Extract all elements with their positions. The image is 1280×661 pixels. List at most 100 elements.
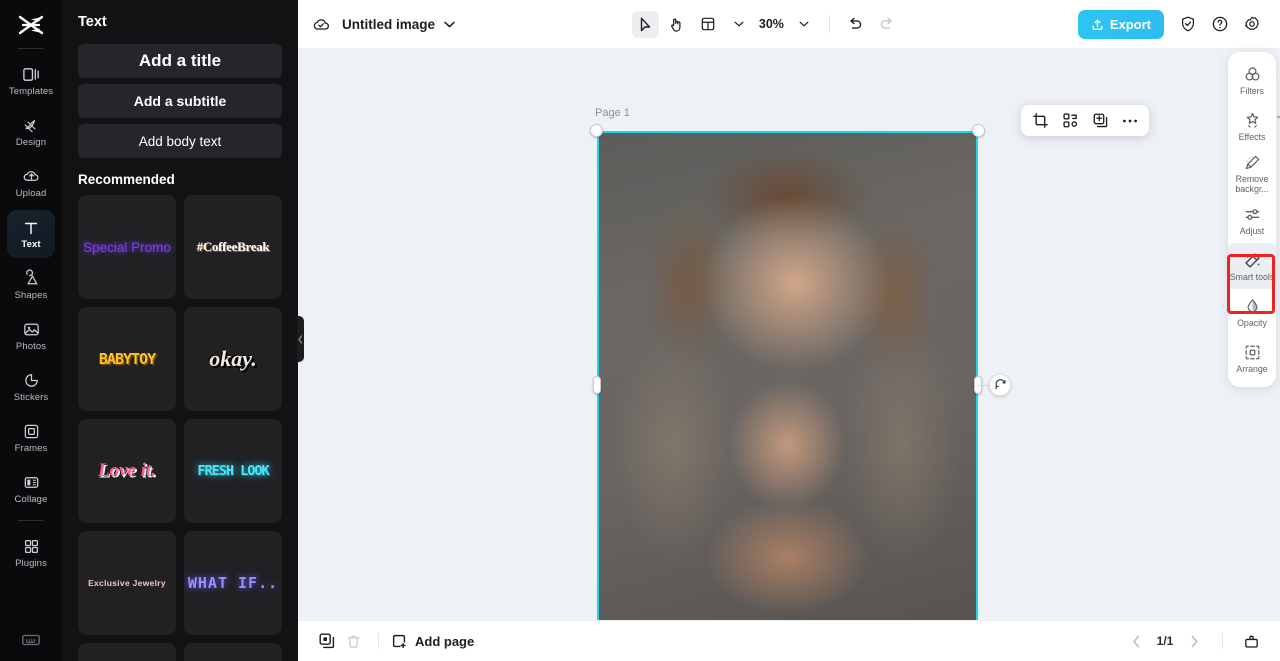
text-preset-label: okay.	[209, 346, 257, 371]
tool-adjust[interactable]: Adjust	[1228, 197, 1276, 243]
tool-filters[interactable]: Filters	[1228, 58, 1276, 104]
export-upload-icon	[1092, 19, 1103, 30]
resize-handle-top-right[interactable]	[972, 124, 985, 137]
shield-check-button[interactable]	[1174, 10, 1202, 38]
prev-page-button[interactable]	[1123, 628, 1149, 654]
resize-handle-left[interactable]	[593, 375, 601, 394]
sidebar-item-frames[interactable]: Frames	[7, 414, 55, 462]
export-button[interactable]: Export	[1077, 9, 1164, 39]
zoom-chevron-button[interactable]	[790, 11, 817, 38]
add-page-button[interactable]: Add page	[391, 633, 474, 650]
text-preset-card[interactable]: Exclusive Jewelry	[78, 531, 176, 635]
auto-cutout-button[interactable]	[1057, 108, 1083, 133]
duplicate-page-icon	[319, 633, 335, 649]
document-menu-chevron[interactable]	[444, 21, 455, 28]
add-body-text-button[interactable]: Add body text	[78, 124, 282, 158]
select-tool-button[interactable]	[632, 10, 660, 38]
export-label: Export	[1109, 16, 1151, 32]
panel-title: Text	[78, 14, 107, 30]
next-page-button[interactable]	[1181, 628, 1207, 654]
canvas-tools-group: 30%	[632, 10, 900, 38]
tool-arrange[interactable]: Arrange	[1228, 335, 1276, 381]
redo-button[interactable]	[873, 11, 900, 38]
layout-tool-button[interactable]	[694, 11, 721, 38]
photos-icon	[23, 323, 39, 336]
timeline-toggle-button[interactable]	[1238, 628, 1264, 654]
tool-label: Remove backgr...	[1235, 174, 1269, 194]
add-subtitle-button[interactable]: Add a subtitle	[78, 84, 282, 118]
text-preset-card[interactable]: okay.	[184, 307, 282, 411]
sidebar-item-photos[interactable]: Photos	[7, 312, 55, 360]
text-preset-card[interactable]	[78, 643, 176, 661]
toolbar-divider	[829, 15, 831, 33]
tool-smart-tools[interactable]: Smart tools	[1228, 243, 1276, 290]
tool-effects[interactable]: Effects	[1228, 104, 1276, 150]
keyboard-icon	[22, 634, 40, 646]
capcut-logo[interactable]	[11, 8, 51, 42]
sidebar-item-label: Stickers	[13, 392, 49, 404]
hand-tool-button[interactable]	[663, 11, 690, 38]
document-title[interactable]: Untitled image	[342, 17, 435, 32]
upload-cloud-icon	[23, 171, 38, 182]
text-preset-label: Love it.	[97, 460, 157, 481]
duplicate-icon	[1093, 113, 1107, 128]
stickers-icon	[24, 374, 38, 388]
layout-chevron-button[interactable]	[725, 11, 752, 38]
shapes-icon	[25, 269, 38, 285]
text-preset-card[interactable]: #CoffeeBreak	[184, 195, 282, 299]
sidebar-item-upload[interactable]: Upload	[7, 159, 55, 207]
text-preset-card[interactable]: BABYTOY	[78, 307, 176, 411]
tool-label: Arrange	[1236, 363, 1268, 374]
page-nav-group: 1/1	[1123, 628, 1264, 654]
text-preset-card[interactable]: Special Promo	[78, 195, 176, 299]
delete-page-button[interactable]	[340, 628, 366, 654]
text-preset-card[interactable]: Love it.	[78, 419, 176, 523]
add-page-icon	[392, 634, 406, 648]
sidebar-item-templates[interactable]: Templates	[7, 57, 55, 105]
panel-collapse-handle[interactable]	[297, 316, 304, 362]
layout-grid-icon	[701, 17, 715, 31]
selected-image-object[interactable]	[590, 124, 1011, 620]
arrange-icon	[1245, 345, 1259, 359]
crop-button[interactable]	[1027, 108, 1053, 133]
tool-label: Filters	[1240, 86, 1264, 97]
add-title-button[interactable]: Add a title	[78, 44, 282, 78]
text-preset-label: BABYTOY	[98, 350, 156, 368]
shield-check-icon	[1181, 16, 1195, 32]
gear-icon	[1245, 16, 1259, 30]
adjust-sliders-icon	[1245, 208, 1259, 220]
help-button[interactable]	[1206, 10, 1234, 38]
sidebar-item-label: Shapes	[14, 290, 48, 302]
tool-remove-background[interactable]: Remove backgr...	[1228, 150, 1276, 197]
right-tool-rail: Filters Effects Remove backgr... Adjust …	[1227, 52, 1276, 388]
sidebar-item-plugins[interactable]: Plugins	[7, 529, 55, 577]
duplicate-page-button[interactable]	[314, 628, 340, 654]
text-preset-card[interactable]: WHAT IF..	[184, 531, 282, 635]
text-preset-card[interactable]: FRESH LOOK	[184, 419, 282, 523]
object-more-button[interactable]	[1117, 108, 1143, 133]
keyboard-shortcuts-button[interactable]	[21, 632, 41, 661]
text-preset-card[interactable]	[184, 643, 282, 661]
undo-button[interactable]	[842, 11, 869, 38]
sidebar-item-design[interactable]: Design	[7, 108, 55, 156]
cloud-saved-icon[interactable]	[312, 15, 332, 33]
smart-tools-wand-icon	[1244, 252, 1260, 268]
sidebar-item-collage[interactable]: Collage	[7, 465, 55, 513]
sidebar-item-label: Text	[21, 238, 41, 250]
filmstrip-icon	[1244, 635, 1258, 648]
text-preset-label: #CoffeeBreak	[196, 239, 270, 254]
duplicate-button[interactable]	[1087, 108, 1113, 133]
page-label: Page 1	[595, 107, 630, 119]
canvas-area[interactable]: Page 1	[298, 49, 1280, 620]
chevron-down-icon	[444, 21, 455, 28]
resize-handle-top-left[interactable]	[590, 124, 603, 137]
sidebar-item-shapes[interactable]: Shapes	[7, 261, 55, 309]
settings-button[interactable]	[1238, 10, 1266, 38]
sidebar-item-stickers[interactable]: Stickers	[7, 363, 55, 411]
rotate-handle[interactable]	[989, 373, 1011, 396]
more-horizontal-icon	[1123, 119, 1137, 122]
tool-opacity[interactable]: Opacity	[1228, 289, 1276, 335]
text-icon	[24, 222, 38, 234]
zoom-level[interactable]: 30%	[756, 17, 786, 31]
sidebar-item-text[interactable]: Text	[7, 210, 55, 258]
